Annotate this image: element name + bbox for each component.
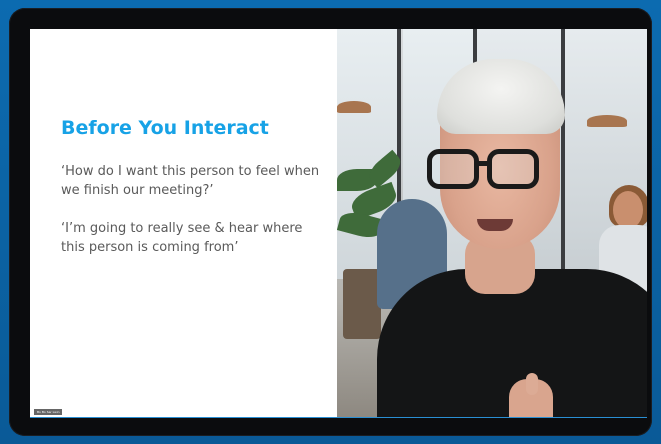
screen-accent-line: [30, 417, 647, 418]
plant-pot: [343, 269, 381, 339]
glasses-lens-right: [487, 149, 539, 189]
background-person-head: [613, 191, 643, 229]
slide-title: Before You Interact: [61, 117, 269, 139]
window-frame: [561, 29, 565, 289]
pendant-lamp: [587, 115, 627, 127]
glasses-bridge: [477, 161, 489, 166]
glasses-lens-left: [427, 149, 479, 189]
shared-slide: Before You Interact ‘How do I want this …: [30, 29, 337, 418]
meeting-screen: Before You Interact ‘How do I want this …: [30, 29, 647, 418]
slide-quote-2: ‘I’m going to really see & hear where th…: [61, 221, 303, 255]
pendant-lamp: [337, 101, 371, 113]
speaker-video-feed[interactable]: [337, 29, 647, 418]
participant-name-tag: Bo Bo Sar Lwin: [34, 409, 63, 415]
slide-quote-1: ‘How do I want this person to feel when …: [61, 164, 320, 198]
speaker-finger: [526, 373, 538, 395]
